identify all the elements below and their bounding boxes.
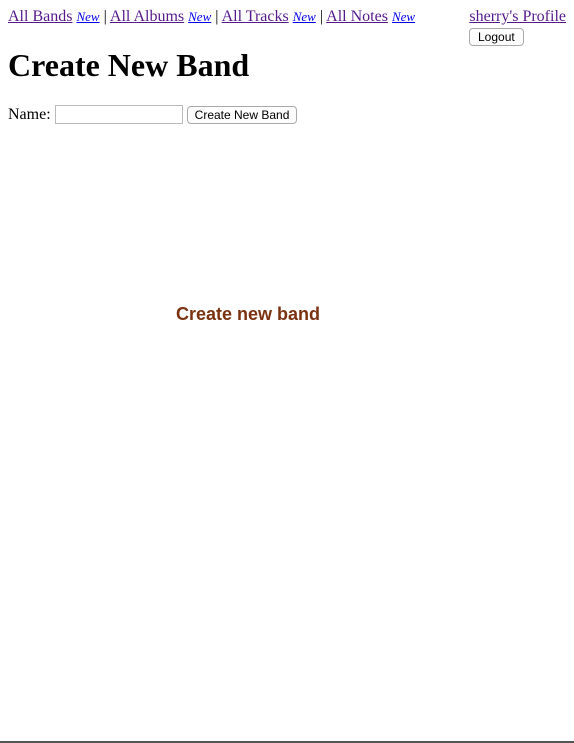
- nav-all-bands-link[interactable]: All Bands: [8, 8, 72, 25]
- name-label: Name:: [8, 105, 51, 123]
- create-new-band-banner: Create new band: [176, 304, 321, 324]
- nav-new-track-link[interactable]: New: [293, 9, 316, 24]
- name-input[interactable]: [54, 105, 183, 124]
- nav-all-notes-link[interactable]: All Notes: [326, 8, 388, 25]
- profile-area: sherry's Profile Logout: [466, 7, 566, 46]
- nav-all-albums-link[interactable]: All Albums: [110, 8, 184, 25]
- page-title: Create New Band: [8, 47, 250, 83]
- top-nav: All Bands New | All Albums New | All Tra…: [8, 7, 415, 27]
- nav-new-note-link[interactable]: New: [392, 9, 415, 24]
- nav-separator: |: [319, 8, 324, 25]
- logout-button[interactable]: Logout: [469, 28, 524, 46]
- nav-all-tracks-link[interactable]: All Tracks: [222, 8, 289, 25]
- nav-separator: |: [215, 8, 219, 25]
- nav-separator: |: [103, 8, 107, 25]
- nav-new-band-link[interactable]: New: [76, 9, 99, 24]
- create-band-form: Name: Create New Band: [8, 105, 298, 124]
- create-band-button[interactable]: Create New Band: [186, 105, 298, 124]
- nav-new-album-link[interactable]: New: [188, 9, 211, 24]
- profile-link[interactable]: sherry's Profile: [469, 8, 566, 25]
